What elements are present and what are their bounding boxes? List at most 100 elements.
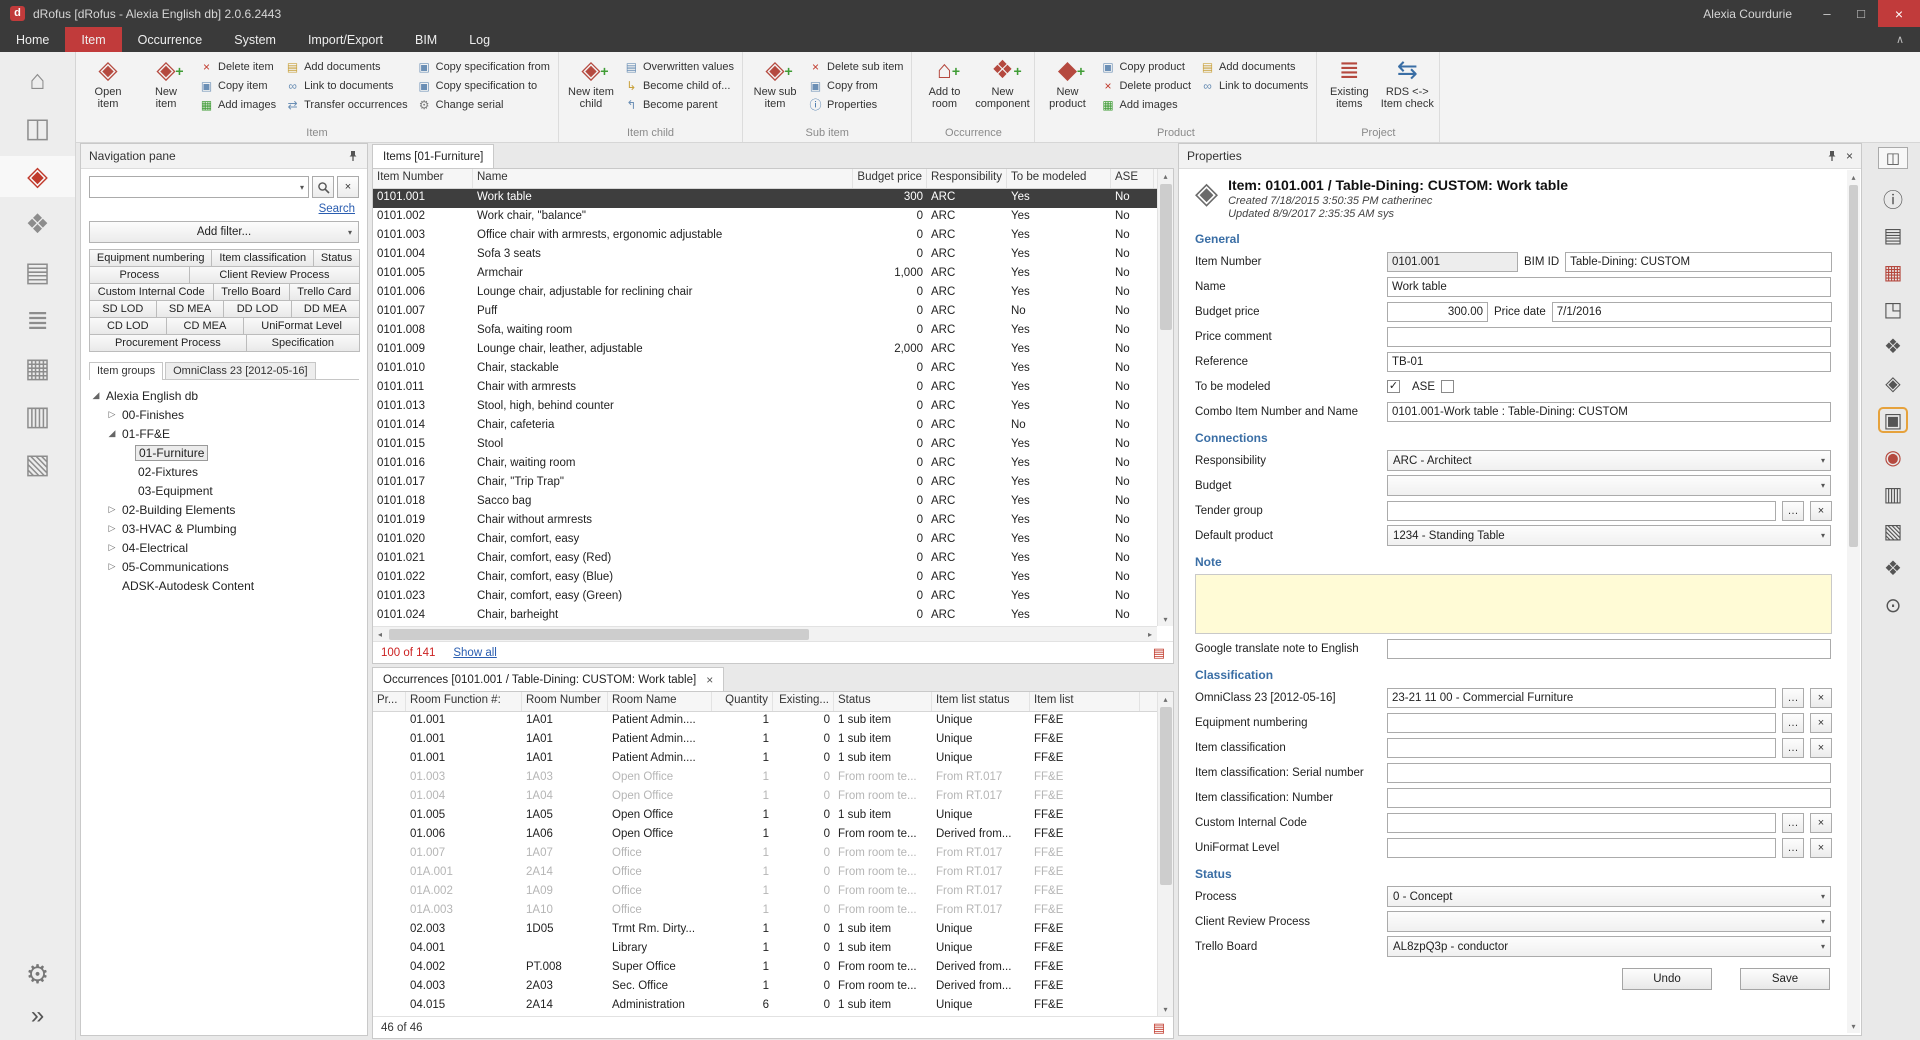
tree-item-00-finishes[interactable]: ▷00-Finishes: [83, 405, 365, 424]
pin-icon[interactable]: [1826, 150, 1838, 162]
images-icon[interactable]: ▦: [1878, 259, 1908, 285]
table-row[interactable]: 01A.0021A09Office10From room te...From R…: [373, 883, 1157, 902]
delete-sub-item-button[interactable]: ×Delete sub item: [804, 57, 908, 76]
table-row[interactable]: 04.001Library101 sub itemUniqueFF&E: [373, 940, 1157, 959]
scroll-thumb[interactable]: [1160, 707, 1172, 885]
products-panel-icon[interactable]: ❖: [1878, 333, 1908, 359]
filter-sd-mea[interactable]: SD MEA: [156, 300, 225, 318]
table-row[interactable]: 0101.004Sofa 3 seats0ARCYesNo: [373, 246, 1157, 265]
filter-custom-internal-code[interactable]: Custom Internal Code: [89, 283, 214, 301]
filter-trello-card[interactable]: Trello Card: [289, 283, 361, 301]
scroll-down-icon[interactable]: ▾: [1158, 612, 1173, 626]
column-header-status[interactable]: Status: [834, 692, 932, 711]
table-row[interactable]: 01.0011A01Patient Admin....101 sub itemU…: [373, 731, 1157, 750]
clear-button[interactable]: ×: [1810, 713, 1832, 733]
lookup-button[interactable]: …: [1782, 688, 1804, 708]
search-icon[interactable]: [312, 176, 334, 198]
tab-items[interactable]: Items [01-Furniture]: [372, 144, 494, 168]
clear-button[interactable]: ×: [1810, 738, 1832, 758]
scroll-down-icon[interactable]: ▾: [1847, 1019, 1860, 1033]
column-header-room-function[interactable]: Room Function #:: [406, 692, 522, 711]
tree-collapsed-icon[interactable]: ▷: [105, 504, 119, 515]
budget-select[interactable]: ▾: [1387, 475, 1831, 496]
change-serial-button[interactable]: ⚙Change serial: [413, 95, 555, 114]
tree-item-01-ff-e[interactable]: ◢01-FF&E: [83, 424, 365, 443]
search-text-field[interactable]: [94, 180, 296, 194]
delete-product-button[interactable]: ×Delete product: [1096, 76, 1196, 95]
items-icon[interactable]: ◈: [0, 156, 75, 197]
column-header-room-number[interactable]: Room Number: [522, 692, 608, 711]
table-row[interactable]: 0101.018Sacco bag0ARCYesNo: [373, 493, 1157, 512]
items-horizontal-scrollbar[interactable]: ◂ ▸: [373, 626, 1157, 641]
menu-tab-occurrence[interactable]: Occurrence: [122, 27, 219, 52]
scroll-thumb[interactable]: [1849, 185, 1858, 547]
settings-gear-icon[interactable]: ⚙: [26, 959, 49, 990]
column-header-to-be-modeled[interactable]: To be modeled: [1007, 169, 1111, 188]
properties-button[interactable]: ⓘProperties: [804, 95, 908, 114]
table-row[interactable]: 0101.009Lounge chair, leather, adjustabl…: [373, 341, 1157, 360]
clear-button[interactable]: ×: [1810, 813, 1832, 833]
become-child-of-button[interactable]: ↳Become child of...: [620, 76, 739, 95]
scroll-thumb[interactable]: [1160, 184, 1172, 330]
filter-uniformat-level[interactable]: UniFormat Level: [243, 317, 360, 335]
table-row[interactable]: 04.0032A03Sec. Office10From room te...De…: [373, 978, 1157, 997]
tree-collapsed-icon[interactable]: ▷: [105, 561, 119, 572]
occurrences-vertical-scrollbar[interactable]: ▴ ▾: [1157, 692, 1173, 1016]
save-button[interactable]: Save: [1740, 968, 1830, 990]
table-row[interactable]: 0101.015Stool0ARCYesNo: [373, 436, 1157, 455]
tree-item-02-building-elements[interactable]: ▷02-Building Elements: [83, 500, 365, 519]
table-row[interactable]: 01A.0012A14Office10From room te...From R…: [373, 864, 1157, 883]
transfer-occurrences-button[interactable]: ⇄Transfer occurrences: [281, 95, 413, 114]
tender-group-field[interactable]: [1387, 501, 1776, 521]
delete-item-button[interactable]: ×Delete item: [195, 57, 281, 76]
close-icon[interactable]: ×: [1846, 149, 1853, 163]
close-icon[interactable]: ×: [706, 673, 713, 687]
scroll-thumb[interactable]: [389, 629, 809, 640]
table-row[interactable]: 0101.010Chair, stackable0ARCYesNo: [373, 360, 1157, 379]
group-b-icon[interactable]: ▧: [1878, 518, 1908, 544]
tree-item-01-furniture[interactable]: 01-Furniture: [83, 443, 365, 462]
filter-specification[interactable]: Specification: [246, 334, 360, 352]
filter-client-review-process[interactable]: Client Review Process: [189, 266, 360, 284]
tree-item-adsk-autodesk-content[interactable]: ADSK-Autodesk Content: [83, 576, 365, 595]
table-row[interactable]: 0101.019Chair without armrests0ARCYesNo: [373, 512, 1157, 531]
lookup-button[interactable]: …: [1782, 738, 1804, 758]
tree-collapsed-icon[interactable]: ▷: [105, 523, 119, 534]
copy-from-button[interactable]: ▣Copy from: [804, 76, 908, 95]
report-icon[interactable]: ▤: [1153, 645, 1165, 661]
search-link[interactable]: Search: [319, 203, 355, 215]
table-row[interactable]: 0101.002Work chair, "balance"0ARCYesNo: [373, 208, 1157, 227]
table-row[interactable]: 0101.006Lounge chair, adjustable for rec…: [373, 284, 1157, 303]
layout-toggle-icon[interactable]: ◫: [1878, 147, 1908, 169]
menu-tab-item[interactable]: Item: [65, 27, 121, 52]
pin-icon[interactable]: [347, 150, 359, 162]
combo-number-name-field[interactable]: [1387, 402, 1831, 422]
table-row[interactable]: 01.0011A01Patient Admin....101 sub itemU…: [373, 712, 1157, 731]
filter-procurement-process[interactable]: Procurement Process: [89, 334, 247, 352]
scroll-up-icon[interactable]: ▴: [1847, 170, 1860, 184]
table-row[interactable]: 01A.0031A10Office10From room te...From R…: [373, 902, 1157, 921]
ase-checkbox[interactable]: [1441, 380, 1454, 393]
menu-tab-system[interactable]: System: [218, 27, 292, 52]
scroll-down-icon[interactable]: ▾: [1158, 1002, 1173, 1016]
add-images-button[interactable]: ▦Add images: [1096, 95, 1196, 114]
new-sub-item-button[interactable]: ◈+New sub item: [746, 54, 804, 111]
show-all-link[interactable]: Show all: [453, 647, 496, 659]
table-row[interactable]: 0101.021Chair, comfort, easy (Red)0ARCYe…: [373, 550, 1157, 569]
item-number-field[interactable]: [1387, 252, 1518, 272]
search-input[interactable]: ▾: [89, 176, 309, 198]
filter-dd-lod[interactable]: DD LOD: [223, 300, 291, 318]
menu-tab-home[interactable]: Home: [0, 27, 65, 52]
equipment-numbering-field[interactable]: [1387, 713, 1776, 733]
add-documents-button[interactable]: ▤Add documents: [281, 57, 413, 76]
tree-expanded-icon[interactable]: ◢: [89, 390, 103, 401]
collapse-ribbon-icon[interactable]: ∧: [1880, 27, 1920, 52]
table-row[interactable]: 04.002PT.008Super Office10From room te..…: [373, 959, 1157, 978]
tree-item-03-equipment[interactable]: 03-Equipment: [83, 481, 365, 500]
menu-tab-bim[interactable]: BIM: [399, 27, 453, 52]
to-be-modeled-checkbox[interactable]: ✓: [1387, 380, 1400, 393]
tree-item-05-communications[interactable]: ▷05-Communications: [83, 557, 365, 576]
tree-collapsed-icon[interactable]: ▷: [105, 542, 119, 553]
responsibility-select[interactable]: ARC - Architect ▾: [1387, 450, 1831, 471]
table-row[interactable]: 0101.023Chair, comfort, easy (Green)0ARC…: [373, 588, 1157, 607]
